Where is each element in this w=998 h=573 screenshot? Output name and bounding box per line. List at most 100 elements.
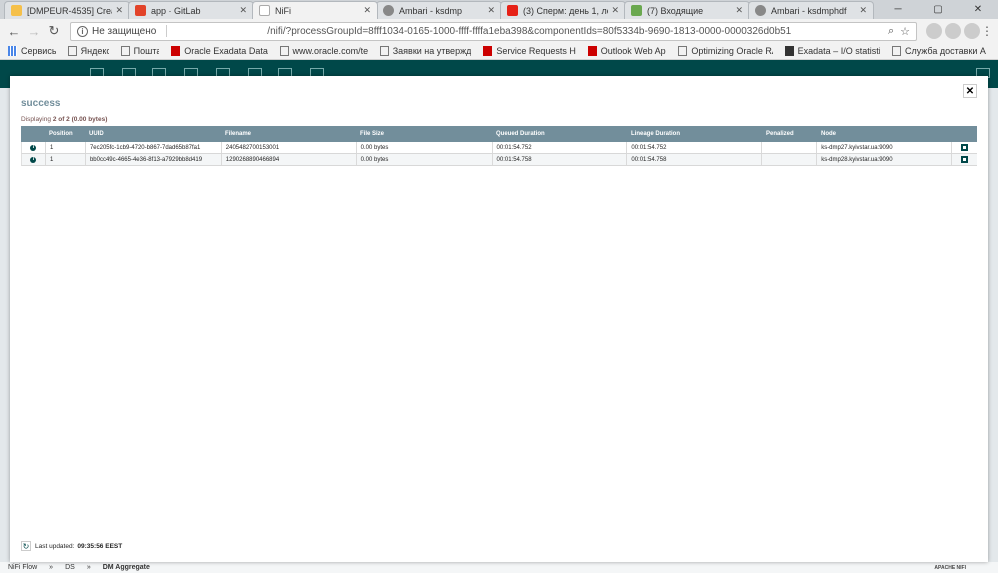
tab-title: Ambari - ksdmphdf xyxy=(771,5,847,16)
queued-duration-cell: 00:01:54.758 xyxy=(493,154,628,165)
breadcrumb-item[interactable]: NiFi Flow xyxy=(8,564,37,571)
close-button[interactable]: ✕ xyxy=(963,84,977,98)
bookmark-label: www.oracle.com/tec xyxy=(292,46,368,56)
bookmark-item[interactable]: Optimizing Oracle RA xyxy=(678,46,773,56)
actions-cell[interactable] xyxy=(952,154,977,165)
bookmark-label: Сервисы xyxy=(21,46,56,56)
browser-tab[interactable]: Ambari - ksdmp ✕ xyxy=(376,1,502,19)
minimize-icon[interactable]: ─ xyxy=(878,0,918,19)
actions-cell[interactable] xyxy=(952,142,977,153)
info-icon[interactable]: i xyxy=(77,25,88,37)
column-header-uuid[interactable]: UUID xyxy=(85,126,221,142)
browser-tab[interactable]: (7) Входящие ✕ xyxy=(624,1,750,19)
uuid-cell: bb0cc49c-4665-4e36-8f13-a7929bb8d419 xyxy=(86,154,222,165)
table-row[interactable]: i 1 7ec205fc-1cb9-4720-b867-7dad65b87fa1… xyxy=(21,142,977,154)
forward-icon[interactable]: → xyxy=(24,21,44,41)
tab-close-icon[interactable]: ✕ xyxy=(115,5,123,16)
tab-close-icon[interactable]: ✕ xyxy=(487,5,495,16)
refresh-icon[interactable]: ↻ xyxy=(21,541,31,551)
browser-menu-icon[interactable]: ⋮ xyxy=(980,24,994,38)
tab-close-icon[interactable]: ✕ xyxy=(363,5,371,16)
column-header-node[interactable]: Node xyxy=(817,126,952,142)
column-header-file-size[interactable]: File Size xyxy=(356,126,492,142)
bookmark-label: Яндекс xyxy=(80,46,109,56)
displaying-value: 2 of 2 (0.00 bytes) xyxy=(52,116,108,123)
column-header-position[interactable]: Position xyxy=(45,126,85,142)
bookmark-item[interactable]: Exadata – I/O statistic xyxy=(784,46,880,56)
provenance-icon[interactable] xyxy=(961,144,969,151)
jira-favicon-icon xyxy=(11,5,22,16)
bookmark-item[interactable]: Outlook Web App xyxy=(587,46,666,56)
provenance-icon[interactable] xyxy=(961,156,969,163)
tab-title: Ambari - ksdmp xyxy=(399,5,463,16)
tab-close-icon[interactable]: ✕ xyxy=(611,5,619,16)
bookmark-item[interactable]: Яндекс xyxy=(67,46,109,56)
bookmarks-bar: Сервисы Яндекс Пошта Oracle Exadata Data… xyxy=(0,43,998,60)
mail-favicon-icon xyxy=(631,5,642,16)
displaying-prefix: Displaying xyxy=(21,116,51,123)
bookmark-item[interactable]: Пошта xyxy=(120,46,160,56)
browser-tab[interactable]: Ambari - ksdmphdf ✕ xyxy=(748,1,874,19)
queue-listing-dialog: success ✕ Displaying 2 of 2 (0.00 bytes)… xyxy=(10,76,988,562)
youtube-favicon-icon xyxy=(507,5,518,16)
breadcrumb-item-current[interactable]: DM Aggregate xyxy=(103,564,150,571)
browser-tab[interactable]: (3) Сперм: день 1, лекци ✕ xyxy=(500,1,626,19)
column-header-lineage-duration[interactable]: Lineage Duration xyxy=(627,126,762,142)
extension-icon[interactable] xyxy=(964,23,980,39)
details-cell[interactable]: i xyxy=(22,142,46,153)
extension-icon[interactable] xyxy=(945,23,961,39)
last-updated-time: 09:35:56 EEST xyxy=(77,542,123,550)
ambari-favicon-icon xyxy=(383,5,394,16)
window-controls: ─ ▢ ✕ xyxy=(878,0,998,19)
extension-icon[interactable] xyxy=(926,23,942,39)
bookmark-label: Service Requests Ho xyxy=(496,46,576,56)
browser-tab[interactable]: app · GitLab ✕ xyxy=(128,1,254,19)
maximize-icon[interactable]: ▢ xyxy=(918,0,958,19)
bookmark-label: Пошта xyxy=(133,46,160,56)
info-icon[interactable]: i xyxy=(30,144,37,151)
bookmark-label: Служба доставки Ал xyxy=(904,46,986,56)
column-header-filename[interactable]: Filename xyxy=(221,126,356,142)
uuid-cell: 7ec205fc-1cb9-4720-b867-7dad65b87fa1 xyxy=(86,142,222,153)
star-icon[interactable]: ☆ xyxy=(900,25,910,38)
column-header-queued-duration[interactable]: Queued Duration xyxy=(492,126,627,142)
info-icon[interactable]: i xyxy=(30,156,37,163)
bookmark-item[interactable]: Service Requests Ho xyxy=(483,46,576,56)
breadcrumb-separator: » xyxy=(49,564,54,571)
back-icon[interactable]: ← xyxy=(4,21,24,41)
ambari-favicon-icon xyxy=(755,5,766,16)
page-icon xyxy=(279,46,289,56)
table-row[interactable]: i 1 bb0cc49c-4665-4e36-8f13-a7929bb8d419… xyxy=(21,154,977,166)
breadcrumb-item[interactable]: DS xyxy=(65,564,75,571)
file-size-cell: 0.00 bytes xyxy=(357,154,493,165)
tab-title: (7) Входящие xyxy=(647,5,704,16)
filename-cell: 1290268890466894 xyxy=(222,154,357,165)
lineage-duration-cell: 00:01:54.752 xyxy=(627,142,763,153)
bookmark-item[interactable]: www.oracle.com/tec xyxy=(279,46,368,56)
bookmark-apps[interactable]: Сервисы xyxy=(8,46,56,56)
tab-close-icon[interactable]: ✕ xyxy=(859,5,867,16)
filename-cell: 2405482700153001 xyxy=(222,142,357,153)
bookmark-item[interactable]: Oracle Exadata Datab xyxy=(171,46,268,56)
tab-close-icon[interactable]: ✕ xyxy=(239,5,247,16)
close-window-icon[interactable]: ✕ xyxy=(958,0,998,19)
browser-tab[interactable]: [DMPEUR-4535] Create p ✕ xyxy=(4,1,130,19)
queued-duration-cell: 00:01:54.752 xyxy=(493,142,628,153)
nifi-right-panel xyxy=(988,88,998,563)
tab-close-icon[interactable]: ✕ xyxy=(735,5,743,16)
details-cell[interactable]: i xyxy=(22,154,46,165)
tab-title: app · GitLab xyxy=(151,5,201,16)
position-cell: 1 xyxy=(46,142,86,153)
bookmark-item[interactable]: Заявки на утвержде xyxy=(379,46,472,56)
browser-tab-active[interactable]: NiFi ✕ xyxy=(252,1,378,19)
bookmark-label: Заявки на утвержде xyxy=(392,46,472,56)
url-input[interactable]: i Не защищено /nifi/?processGroupId=8fff… xyxy=(70,21,917,41)
reload-icon[interactable]: ↻ xyxy=(44,21,64,41)
oracle-icon xyxy=(483,46,493,56)
last-updated-label: Last updated: xyxy=(35,542,75,550)
penalized-cell xyxy=(762,142,818,153)
bookmark-item[interactable]: Служба доставки Ал xyxy=(891,46,986,56)
page-icon xyxy=(891,46,901,56)
search-icon[interactable]: ⌕ xyxy=(888,25,894,38)
column-header-penalized[interactable]: Penalized xyxy=(762,126,817,142)
